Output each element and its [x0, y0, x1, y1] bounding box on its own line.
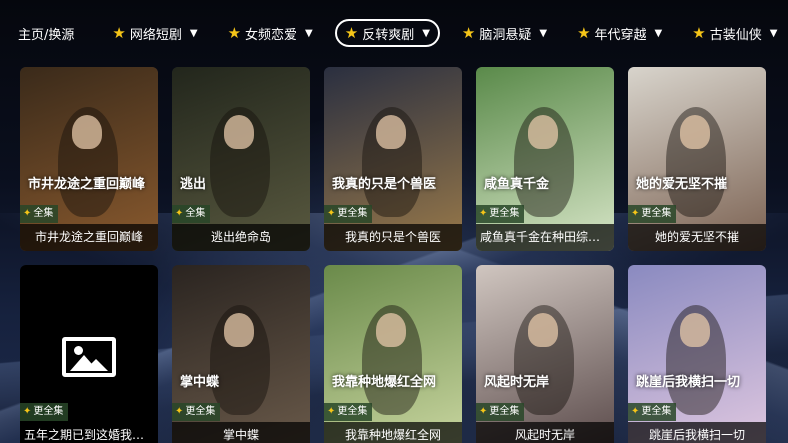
episode-badge: ✦ 全集	[172, 205, 211, 223]
badge-label: 更全集	[337, 208, 368, 219]
episode-badge: ✦ 更全集	[476, 403, 525, 421]
episode-badge: ✦ 更全集	[324, 205, 373, 223]
poster-title-art: 逃出	[180, 177, 207, 192]
poster-face	[376, 115, 406, 149]
poster-title-art: 掌中蝶	[180, 375, 220, 390]
sparkle-icon: ✦	[631, 208, 640, 219]
card-title: 掌中蝶	[172, 422, 310, 443]
drama-card[interactable]: 她的爱无坚不摧 ✦ 更全集 她的爱无坚不摧	[628, 67, 766, 251]
star-icon: ★	[112, 24, 126, 42]
poster-face	[680, 313, 710, 347]
poster-face	[528, 115, 558, 149]
badge-label: 全集	[33, 208, 54, 219]
filter-icon: ▼	[422, 27, 430, 39]
nav-item-label: 主页/换源	[18, 27, 75, 43]
card-title: 她的爱无坚不摧	[628, 224, 766, 251]
sparkle-icon: ✦	[175, 208, 184, 219]
drama-card[interactable]: 逃出 ✦ 全集 逃出绝命岛	[172, 67, 310, 251]
image-placeholder-icon	[62, 337, 116, 377]
nav-tab-4[interactable]: ★ 脑洞悬疑 ▼	[454, 19, 555, 47]
nav-tab-1[interactable]: ★ 网络短剧 ▼	[104, 19, 205, 47]
filter-icon: ▼	[189, 27, 198, 39]
badge-label: 全集	[185, 208, 206, 219]
badge-label: 更全集	[185, 406, 216, 417]
episode-badge: ✦ 更全集	[628, 403, 677, 421]
filter-icon: ▼	[539, 27, 548, 39]
filter-icon: ▼	[305, 27, 313, 39]
poster-title-art: 跳崖后我横扫一切	[636, 375, 741, 390]
drama-card[interactable]: 掌中蝶 ✦ 更全集 掌中蝶	[172, 265, 310, 443]
drama-card[interactable]: 咸鱼真千金✦更全集咸鱼真千金在种田综艺爆红了	[476, 67, 614, 251]
badge-label: 更全集	[489, 406, 520, 417]
episode-badge: ✦ 更全集	[20, 403, 69, 421]
badge-label: 更全集	[641, 406, 672, 417]
nav-item-label: 网络短剧	[129, 27, 182, 43]
poster-title-art: 市井龙途之重回巅峰	[28, 177, 146, 192]
episode-badge: ✦ 更全集	[476, 205, 525, 223]
poster-face	[224, 313, 254, 347]
episode-badge: ✦ 全集	[20, 205, 59, 223]
nav-item-label: 脑洞悬疑	[479, 27, 532, 43]
sparkle-icon: ✦	[479, 406, 488, 417]
category-nav: 主页/换源 ★ 网络短剧 ▼ ★ 女频恋爱 ▼ ★ 反转爽剧 ▼ ★ 脑洞悬疑 ▼ ★ 年代穿越 ▼ ★ 古装仙侠…	[0, 0, 788, 66]
nav-item-label: 女频恋爱	[245, 27, 298, 43]
badge-label: 更全集	[337, 406, 368, 417]
poster-title-art: 我真的只是个兽医	[332, 177, 437, 192]
nav-item-label: 年代穿越	[594, 27, 647, 43]
poster-title-art: 咸鱼真千金	[484, 177, 550, 192]
poster-face	[376, 313, 406, 347]
drama-card[interactable]: ✦ 更全集 五年之期已到这婚我不结了	[20, 265, 158, 443]
poster-title-art: 风起时无岸	[484, 375, 550, 390]
nav-tab-6[interactable]: ★ 古装仙侠 ▼	[684, 19, 785, 47]
star-icon: ★	[227, 24, 242, 42]
drama-card[interactable]: 市井龙途之重回巅峰 ✦ 全集 市井龙途之重回巅峰	[20, 67, 158, 251]
star-icon: ★	[577, 24, 591, 42]
drama-grid: 市井龙途之重回巅峰 ✦ 全集 市井龙途之重回巅峰 逃出 ✦ 全集 逃出绝命岛 我真的只是个兽医 ✦…	[20, 67, 766, 443]
filter-icon: ▼	[654, 27, 663, 39]
poster-face	[680, 115, 710, 149]
sparkle-icon: ✦	[631, 406, 640, 417]
poster-title-art: 她的爱无坚不摧	[636, 177, 728, 192]
star-icon: ★	[344, 24, 359, 42]
card-title: 跳崖后我横扫一切	[628, 422, 766, 443]
card-title: 咸鱼真千金在种田综艺爆红了	[476, 224, 614, 251]
nav-tab-5[interactable]: ★ 年代穿越 ▼	[569, 19, 670, 47]
filter-icon: ▼	[769, 27, 778, 39]
episode-badge: ✦ 更全集	[324, 403, 373, 421]
card-title: 我靠种地爆红全网	[324, 422, 462, 443]
nav-tab-2[interactable]: ★ 女频恋爱 ▼	[220, 19, 321, 47]
nav-tab-3[interactable]: ★ 反转爽剧 ▼	[334, 19, 440, 47]
episode-badge: ✦ 更全集	[172, 403, 221, 421]
sparkle-icon: ✦	[327, 208, 336, 219]
nav-item-home[interactable]: 主页/换源	[0, 19, 82, 47]
card-title: 五年之期已到这婚我不结了	[20, 422, 158, 443]
drama-card[interactable]: 风起时无岸 ✦ 更全集 风起时无岸	[476, 265, 614, 443]
badge-label: 更全集	[33, 406, 64, 417]
poster-face	[224, 115, 254, 149]
badge-label: 更全集	[489, 208, 520, 219]
episode-badge: ✦ 更全集	[628, 205, 677, 223]
poster-title-art: 我靠种地爆红全网	[332, 375, 437, 390]
sparkle-icon: ✦	[23, 208, 32, 219]
drama-card[interactable]: 我真的只是个兽医 ✦ 更全集 我真的只是个兽医	[324, 67, 462, 251]
card-title: 市井龙途之重回巅峰	[20, 224, 158, 251]
star-icon: ★	[692, 24, 706, 42]
drama-card[interactable]: 跳崖后我横扫一切 ✦ 更全集 跳崖后我横扫一切	[628, 265, 766, 443]
star-icon: ★	[461, 24, 476, 42]
poster-face	[72, 115, 102, 149]
sparkle-icon: ✦	[175, 406, 184, 417]
card-title: 风起时无岸	[476, 422, 614, 443]
poster-face	[528, 313, 558, 347]
nav-item-label: 古装仙侠	[709, 27, 762, 43]
nav-item-label: 反转爽剧	[362, 27, 415, 43]
sparkle-icon: ✦	[23, 406, 32, 417]
badge-label: 更全集	[641, 208, 672, 219]
card-title: 逃出绝命岛	[172, 224, 310, 251]
card-title: 我真的只是个兽医	[324, 224, 462, 251]
sparkle-icon: ✦	[479, 208, 488, 219]
sparkle-icon: ✦	[327, 406, 336, 417]
drama-card[interactable]: 我靠种地爆红全网 ✦ 更全集 我靠种地爆红全网	[324, 265, 462, 443]
